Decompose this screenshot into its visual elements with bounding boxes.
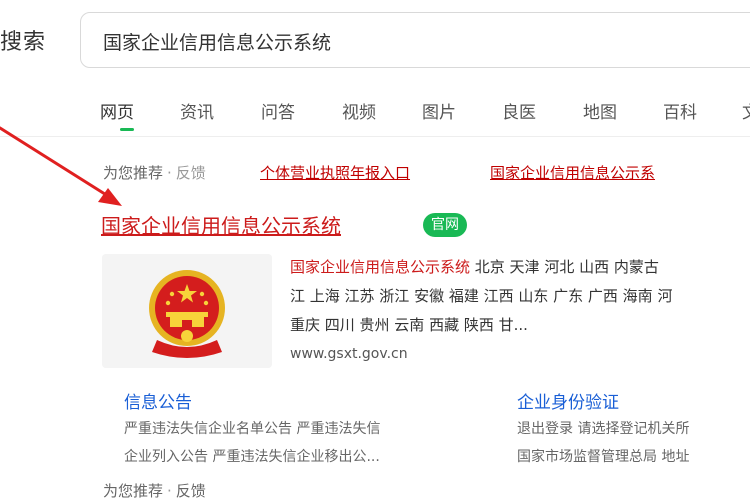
bottom-recommend-row: 为您推荐 · 反馈 xyxy=(103,480,206,501)
sublink-identity-verify-line2: 国家市场监督管理总局 地址 xyxy=(517,449,690,465)
result-description: 国家企业信用信息公示系统 北京 天津 河北 山西 内蒙古 江 上海 江苏 浙江 … xyxy=(290,253,750,340)
tab-wenku[interactable]: 文 xyxy=(742,98,750,123)
sublink-identity-verify[interactable]: 企业身份验证 xyxy=(517,388,619,413)
sublink-identity-verify-line1: 退出登录 请选择登记机关所 xyxy=(517,421,690,437)
desc-line-1-rest: 北京 天津 河北 山西 内蒙古 xyxy=(470,258,659,276)
recommend-link-gsxt[interactable]: 国家企业信用信息公示系 xyxy=(490,162,655,183)
arrow-head xyxy=(98,188,122,206)
sublink-info-notice-line2: 企业列入公告 严重违法失信企业移出公... xyxy=(124,449,380,465)
official-badge: 官网 xyxy=(423,213,467,237)
search-brand: 搜索 xyxy=(0,30,47,55)
feedback-link[interactable]: 反馈 xyxy=(176,164,206,182)
tab-qa[interactable]: 问答 xyxy=(261,98,295,123)
tab-news[interactable]: 资讯 xyxy=(180,98,214,123)
bottom-recommend-label: 为您推荐 xyxy=(103,482,164,500)
separator-dot: · xyxy=(167,482,172,500)
national-emblem-icon xyxy=(102,254,272,368)
sublink-info-notice-line1: 严重违法失信企业名单公告 严重违法失信 xyxy=(124,421,381,437)
tab-web[interactable]: 网页 xyxy=(100,98,134,123)
desc-line-2: 江 上海 江苏 浙江 安徽 福建 江西 山东 广东 广西 海南 河 xyxy=(290,287,673,305)
active-tab-indicator xyxy=(120,128,134,131)
tab-map[interactable]: 地图 xyxy=(583,98,617,123)
tab-video[interactable]: 视频 xyxy=(342,98,376,123)
desc-line-1: 国家企业信用信息公示系统 北京 天津 河北 山西 内蒙古 xyxy=(290,253,750,282)
search-input[interactable] xyxy=(101,25,745,57)
recommend-label: 为您推荐 xyxy=(103,164,164,182)
tab-images[interactable]: 图片 xyxy=(422,98,456,123)
separator-dot: · xyxy=(167,164,172,182)
desc-line-3: 重庆 四川 贵州 云南 西藏 陕西 甘... xyxy=(290,316,528,334)
search-box[interactable] xyxy=(80,12,750,68)
desc-highlight: 国家企业信用信息公示系统 xyxy=(290,258,471,276)
tabs-divider xyxy=(0,136,750,137)
tab-doctor[interactable]: 良医 xyxy=(502,98,536,123)
result-thumbnail[interactable] xyxy=(102,254,272,368)
sublink-info-notice[interactable]: 信息公告 xyxy=(124,388,192,413)
result-title-link[interactable]: 国家企业信用信息公示系统 xyxy=(101,210,341,239)
bottom-feedback-link[interactable]: 反馈 xyxy=(176,482,206,500)
tab-baike[interactable]: 百科 xyxy=(663,98,697,123)
recommend-link-annual-report[interactable]: 个体营业执照年报入口 xyxy=(260,162,410,183)
result-url[interactable]: www.gsxt.gov.cn xyxy=(290,346,408,362)
arrow-shaft xyxy=(0,126,110,198)
recommend-row: 为您推荐 · 反馈 xyxy=(103,162,206,183)
